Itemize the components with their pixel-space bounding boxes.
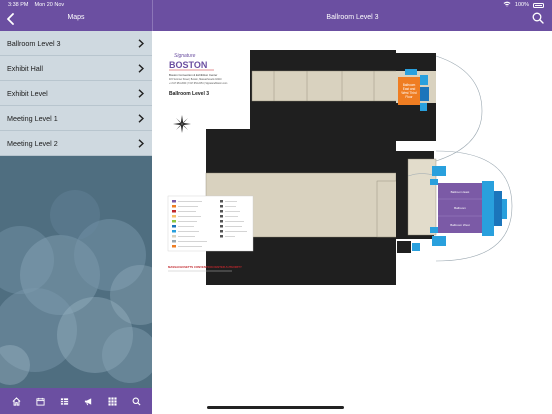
chevron-right-icon	[138, 64, 144, 73]
footer-authority: MASSACHUSETTS CONVENTION CENTER AUTHORIT…	[168, 265, 242, 269]
venue-contact: +1 617.954.2000 | f 617.954.2254 | Signa…	[169, 82, 227, 85]
calendar-icon	[35, 397, 45, 406]
compass-icon	[173, 115, 191, 133]
venue-name: Boston Convention & Exhibition Center	[169, 73, 217, 77]
svg-text:Floor: Floor	[405, 95, 413, 99]
brand-script: Signature	[174, 53, 196, 59]
map-item-ballroom-level-3[interactable]: Ballroom Level 3	[0, 31, 152, 56]
app-window: 3:38 PM Mon 20 Nov 100% Maps Ballroom Le…	[0, 0, 552, 414]
tab-grid[interactable]	[105, 394, 119, 408]
map-item-exhibit-hall[interactable]: Exhibit Hall	[0, 56, 152, 81]
schedule-icon	[60, 397, 68, 405]
seating-blue	[482, 181, 494, 236]
legend	[167, 195, 254, 252]
ballroom-west-label: Ballroom West	[450, 223, 470, 227]
tab-calendar[interactable]	[33, 394, 47, 408]
chevron-right-icon	[138, 89, 144, 98]
tab-search[interactable]	[129, 394, 143, 408]
battery-percent: 100%	[514, 2, 529, 8]
map-item-exhibit-level[interactable]: Exhibit Level	[0, 81, 152, 106]
maps-list: Ballroom Level 3 Exhibit Hall Exhibit Le…	[0, 31, 152, 156]
search-icon[interactable]	[532, 12, 544, 24]
ballroom-east-label: Ballroom East	[451, 190, 470, 194]
map-item-label: Meeting Level 1	[7, 113, 58, 123]
tab-schedule[interactable]	[57, 394, 71, 408]
map-item-label: Ballroom Level 3	[7, 38, 61, 48]
sidebar-background-art	[0, 155, 152, 388]
map-item-label: Meeting Level 2	[7, 138, 58, 148]
battery-icon	[533, 2, 544, 8]
status-right: 100%	[503, 1, 544, 9]
brand-logo: BOSTON	[169, 60, 207, 70]
sidebar-title: Maps	[67, 14, 85, 21]
sidebar: Maps Ballroom Level 3 Exhibit Hall Exhib…	[0, 0, 152, 414]
chevron-right-icon	[138, 139, 144, 148]
home-icon	[12, 396, 20, 406]
chevron-right-icon	[138, 39, 144, 48]
upper-rotunda-outline	[435, 55, 483, 162]
tab-home[interactable]	[9, 394, 23, 408]
bottom-tab-bar	[0, 388, 152, 414]
status-time: 3:38 PM	[8, 2, 29, 8]
floor-plan-image: Ballroom East and West Third Floor Hall …	[167, 50, 513, 285]
status-bar: 3:38 PM Mon 20 Nov 100%	[0, 0, 552, 10]
status-date: Mon 20 Nov	[34, 2, 65, 8]
megaphone-icon	[84, 397, 91, 405]
page-title: Ballroom Level 3	[326, 14, 379, 21]
floor-plan-map[interactable]: Ballroom East and West Third Floor Hall …	[152, 31, 552, 414]
map-item-meeting-level-2[interactable]: Meeting Level 2	[0, 131, 152, 156]
search-icon	[132, 397, 141, 406]
chevron-right-icon	[138, 114, 144, 123]
wifi-icon	[503, 1, 511, 9]
tab-announcements[interactable]	[81, 394, 95, 408]
ballroom-center-label: Ballroom	[454, 206, 466, 210]
home-indicator[interactable]	[207, 406, 344, 409]
level-title: Ballroom Level 3	[169, 91, 209, 97]
venue-address: 415 Summer Street | Boston, Massachusett…	[169, 78, 222, 81]
map-item-meeting-level-1[interactable]: Meeting Level 1	[0, 106, 152, 131]
map-item-label: Exhibit Level	[7, 88, 48, 98]
grid-icon	[107, 396, 117, 406]
map-item-label: Exhibit Hall	[7, 63, 43, 73]
